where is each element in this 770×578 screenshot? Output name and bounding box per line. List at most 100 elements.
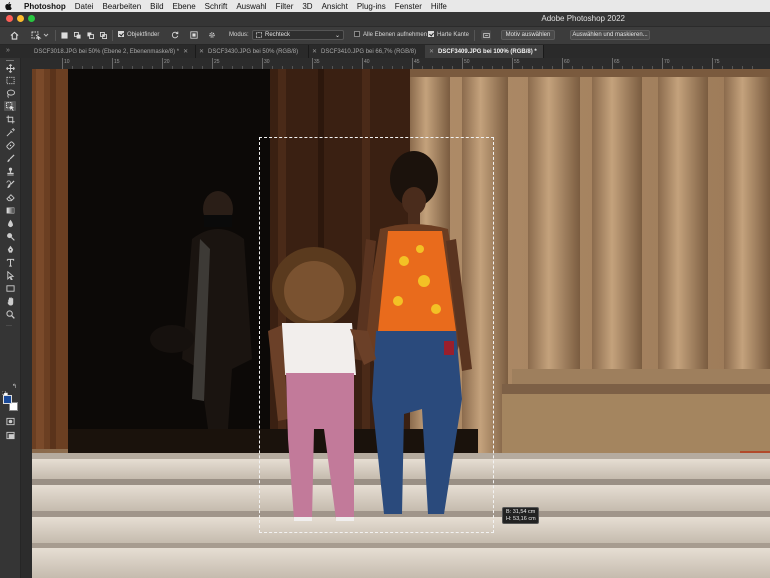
select-options-icon[interactable] bbox=[481, 30, 491, 40]
ruler-tick bbox=[412, 58, 413, 69]
mode-label: Modus: bbox=[229, 32, 249, 38]
dodge-tool-icon[interactable] bbox=[4, 231, 16, 241]
menu-fenster[interactable]: Fenster bbox=[395, 2, 422, 11]
menu-ansicht[interactable]: Ansicht bbox=[322, 2, 348, 11]
menu-3d[interactable]: 3D bbox=[302, 2, 312, 11]
menu-datei[interactable]: Datei bbox=[75, 2, 94, 11]
tab-label: DSCF3410.JPG bei 66,7% (RGB/8) bbox=[321, 48, 417, 55]
tab-dscf3410[interactable]: ✕ DSCF3410.JPG bei 66,7% (RGB/8) bbox=[308, 45, 426, 58]
quick-mask-icon[interactable] bbox=[4, 416, 16, 426]
ruler-tick bbox=[212, 58, 213, 69]
intersect-selection-icon[interactable] bbox=[99, 30, 108, 40]
menu-schrift[interactable]: Schrift bbox=[205, 2, 228, 11]
menu-hilfe[interactable]: Hilfe bbox=[431, 2, 447, 11]
zoom-window-button[interactable] bbox=[28, 15, 35, 22]
ruler-label: 25 bbox=[214, 59, 220, 65]
close-tab-icon[interactable]: ✕ bbox=[199, 48, 204, 55]
healing-brush-icon[interactable] bbox=[4, 140, 16, 150]
close-tab-icon[interactable]: ✕ bbox=[183, 48, 188, 55]
tool-preset-picker[interactable] bbox=[30, 30, 50, 40]
eraser-tool-icon[interactable] bbox=[4, 192, 16, 202]
type-tool-icon[interactable] bbox=[4, 257, 16, 267]
panel-collapse-icon[interactable]: » bbox=[6, 47, 10, 54]
ruler-label: 60 bbox=[564, 59, 570, 65]
home-icon[interactable] bbox=[8, 30, 20, 40]
new-selection-icon[interactable] bbox=[60, 30, 69, 40]
close-window-button[interactable] bbox=[6, 15, 13, 22]
object-selection-tool-icon[interactable] bbox=[4, 101, 16, 111]
ruler-tick bbox=[162, 58, 163, 69]
tools-panel: ··· ↰ bbox=[0, 58, 21, 578]
document-canvas[interactable]: B: 31,54 cm H: 53,16 cm bbox=[32, 69, 770, 578]
menu-bild[interactable]: Bild bbox=[150, 2, 163, 11]
tab-dscf3018[interactable]: DSCF3018.JPG bei 50% (Ebene 2, Ebenenmas… bbox=[20, 45, 196, 58]
ruler-label: 55 bbox=[514, 59, 520, 65]
object-finder-label: Objektfinder bbox=[127, 32, 160, 38]
ruler-tick bbox=[112, 58, 113, 69]
selection-marquee[interactable] bbox=[259, 137, 494, 533]
ruler-tick bbox=[712, 58, 713, 69]
close-tab-icon[interactable]: ✕ bbox=[312, 48, 317, 55]
apple-icon[interactable] bbox=[5, 2, 15, 10]
window-title-bar: Adobe Photoshop 2022 bbox=[0, 12, 770, 27]
brush-tool-icon[interactable] bbox=[4, 153, 16, 163]
select-and-mask-button[interactable]: Auswählen und maskieren... bbox=[570, 30, 650, 40]
gear-icon[interactable] bbox=[207, 30, 216, 40]
subtract-from-selection-icon[interactable] bbox=[86, 30, 95, 40]
panel-grip[interactable] bbox=[6, 60, 14, 61]
hand-tool-icon[interactable] bbox=[4, 296, 16, 306]
selection-height: H: 53,16 cm bbox=[506, 516, 536, 522]
gradient-tool-icon[interactable] bbox=[4, 205, 16, 215]
close-tab-icon[interactable]: ✕ bbox=[429, 48, 434, 55]
menu-filter[interactable]: Filter bbox=[276, 2, 294, 11]
blur-tool-icon[interactable] bbox=[4, 218, 16, 228]
ruler-tick bbox=[462, 58, 463, 69]
foreground-color-swatch[interactable] bbox=[3, 395, 12, 404]
zoom-tool-icon[interactable] bbox=[4, 309, 16, 319]
object-finder-checkbox[interactable] bbox=[118, 31, 124, 37]
stamp-tool-icon[interactable] bbox=[4, 166, 16, 176]
eyedropper-tool-icon[interactable] bbox=[4, 127, 16, 137]
hard-edge-checkbox[interactable] bbox=[428, 31, 434, 37]
ruler-label: 15 bbox=[114, 59, 120, 65]
swap-colors-icon[interactable]: ↰ bbox=[12, 383, 17, 390]
rectangle-tool-icon[interactable] bbox=[4, 283, 16, 293]
tab-label: DSCF3430.JPG bei 50% (RGB/8) bbox=[208, 48, 299, 55]
marquee-tool-icon[interactable] bbox=[4, 75, 16, 85]
show-all-objects-icon[interactable] bbox=[189, 30, 198, 40]
ruler-label: 65 bbox=[614, 59, 620, 65]
rectangle-mode-icon bbox=[256, 32, 262, 38]
ruler-label: 45 bbox=[414, 59, 420, 65]
all-layers-label: Alle Ebenen aufnehmen bbox=[363, 32, 428, 38]
move-tool-icon[interactable] bbox=[4, 63, 16, 73]
mode-dropdown[interactable]: Rechteck ⌄ bbox=[252, 30, 344, 40]
minimize-window-button[interactable] bbox=[17, 15, 24, 22]
history-brush-icon[interactable] bbox=[4, 179, 16, 189]
screen-mode-icon[interactable] bbox=[4, 430, 16, 440]
lasso-tool-icon[interactable] bbox=[4, 88, 16, 98]
menu-bearbeiten[interactable]: Bearbeiten bbox=[102, 2, 141, 11]
refresh-icon[interactable] bbox=[170, 30, 179, 40]
crop-tool-icon[interactable] bbox=[4, 114, 16, 124]
default-colors-icon[interactable] bbox=[1, 384, 8, 397]
tab-dscf3409[interactable]: ✕ DSCF3409.JPG bei 100% (RGB/8) * bbox=[425, 45, 544, 58]
ruler-label: 70 bbox=[664, 59, 670, 65]
menu-bar: Photoshop Datei Bearbeiten Bild Ebene Sc… bbox=[0, 0, 770, 12]
menu-plugins[interactable]: Plug-ins bbox=[357, 2, 386, 11]
chevron-down-icon: ⌄ bbox=[334, 33, 340, 39]
all-layers-checkbox[interactable] bbox=[354, 31, 360, 37]
ruler-label: 30 bbox=[264, 59, 270, 65]
more-tools-icon[interactable]: ··· bbox=[6, 323, 12, 329]
tab-dscf3430[interactable]: ✕ DSCF3430.JPG bei 50% (RGB/8) bbox=[195, 45, 309, 58]
menu-ebene[interactable]: Ebene bbox=[173, 2, 196, 11]
ruler-tick bbox=[612, 58, 613, 69]
menu-app-photoshop[interactable]: Photoshop bbox=[24, 2, 66, 11]
menu-auswahl[interactable]: Auswahl bbox=[236, 2, 266, 11]
ruler-label: 50 bbox=[464, 59, 470, 65]
hard-edge-label: Harte Kante bbox=[437, 32, 470, 38]
pen-tool-icon[interactable] bbox=[4, 244, 16, 254]
add-to-selection-icon[interactable] bbox=[73, 30, 82, 40]
ruler-label: 75 bbox=[714, 59, 720, 65]
path-select-icon[interactable] bbox=[4, 270, 16, 280]
select-subject-button[interactable]: Motiv auswählen bbox=[501, 30, 555, 40]
